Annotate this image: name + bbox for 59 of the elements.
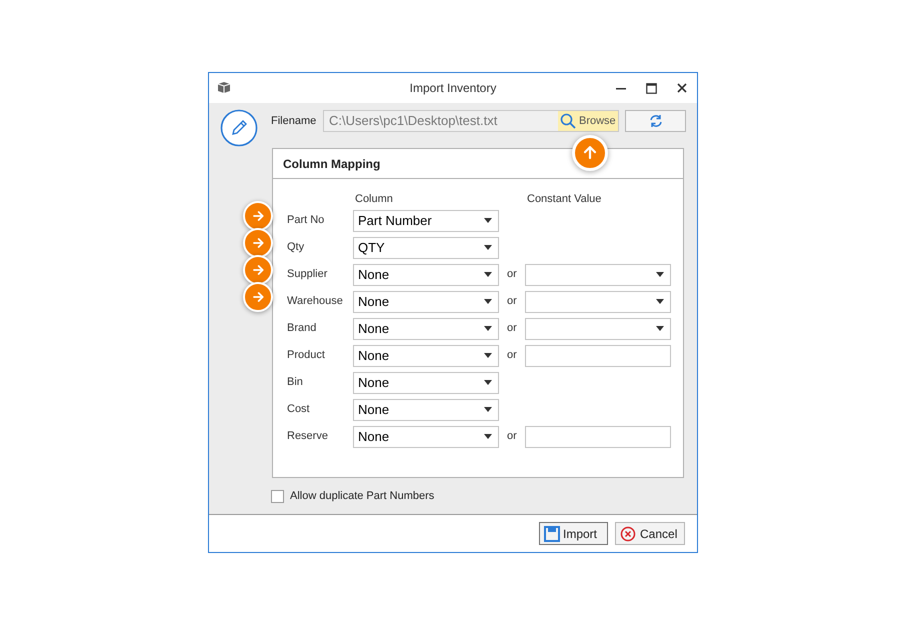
column-dropdown[interactable]: None bbox=[353, 318, 499, 340]
field-label: Qty bbox=[287, 240, 306, 256]
dropdown-arrow-icon bbox=[484, 245, 492, 250]
refresh-icon bbox=[648, 113, 664, 129]
column-dropdown[interactable]: None bbox=[353, 290, 499, 312]
dropdown-arrow-icon bbox=[484, 272, 492, 277]
column-dropdown[interactable]: None bbox=[353, 426, 499, 448]
or-label: or bbox=[507, 267, 518, 282]
constant-dropdown[interactable] bbox=[525, 318, 671, 340]
checkbox[interactable] bbox=[271, 490, 284, 503]
field-label: Cost bbox=[287, 402, 311, 418]
column-dropdown[interactable]: None bbox=[353, 398, 499, 420]
panel-title: Column Mapping bbox=[283, 156, 380, 172]
dropdown-arrow-icon bbox=[484, 380, 492, 385]
boxes-icon bbox=[217, 81, 231, 94]
constant-input[interactable] bbox=[525, 344, 671, 366]
field-label: Brand bbox=[287, 321, 318, 336]
dropdown-arrow-icon bbox=[656, 299, 664, 304]
column-dropdown[interactable]: QTY bbox=[353, 236, 499, 258]
save-icon bbox=[544, 526, 560, 542]
field-label: Supplier bbox=[287, 267, 328, 282]
import-button[interactable]: Import bbox=[539, 522, 608, 545]
field-label: Reserve bbox=[287, 429, 329, 444]
dropdown-arrow-icon bbox=[484, 299, 492, 304]
constant-dropdown[interactable] bbox=[525, 264, 671, 286]
constant-dropdown[interactable] bbox=[525, 290, 671, 312]
field-label: Product bbox=[287, 348, 326, 364]
or-label: or bbox=[507, 294, 518, 310]
pencil-icon bbox=[220, 109, 258, 147]
dropdown-arrow-icon bbox=[484, 326, 492, 331]
column-heading: Constant Value bbox=[527, 192, 602, 207]
dropdown-arrow-icon bbox=[656, 272, 664, 277]
search-icon bbox=[560, 113, 576, 129]
refresh-button[interactable] bbox=[625, 110, 686, 132]
checkbox-label: Allow duplicate Part Numbers bbox=[290, 489, 434, 504]
field-label: Part No bbox=[287, 213, 326, 228]
dropdown-arrow-icon bbox=[656, 326, 664, 331]
column-dropdown[interactable]: None bbox=[353, 372, 499, 394]
window-title: Import Inventory bbox=[410, 80, 496, 97]
column-dropdown[interactable]: None bbox=[353, 264, 499, 286]
or-label: or bbox=[507, 429, 518, 444]
field-label: Bin bbox=[287, 375, 304, 390]
dropdown-arrow-icon bbox=[484, 407, 492, 412]
or-label: or bbox=[507, 348, 518, 364]
dropdown-arrow-icon bbox=[484, 218, 492, 223]
cancel-button[interactable]: Cancel bbox=[615, 522, 685, 545]
maximize-icon[interactable] bbox=[646, 82, 657, 94]
column-dropdown[interactable]: Part Number bbox=[353, 210, 499, 232]
filename-label: Filename bbox=[271, 114, 318, 129]
cancel-icon bbox=[620, 526, 636, 542]
column-heading: Column bbox=[355, 192, 394, 207]
field-label: Warehouse bbox=[287, 294, 344, 310]
filename-value: C:\Users\pc1\Desktop\test.txt bbox=[328, 112, 498, 130]
close-icon[interactable] bbox=[677, 83, 687, 93]
dropdown-arrow-icon bbox=[484, 434, 492, 439]
dropdown-arrow-icon bbox=[484, 353, 492, 358]
or-label: or bbox=[507, 321, 518, 336]
column-dropdown[interactable]: None bbox=[353, 344, 499, 366]
constant-input[interactable] bbox=[525, 426, 671, 448]
